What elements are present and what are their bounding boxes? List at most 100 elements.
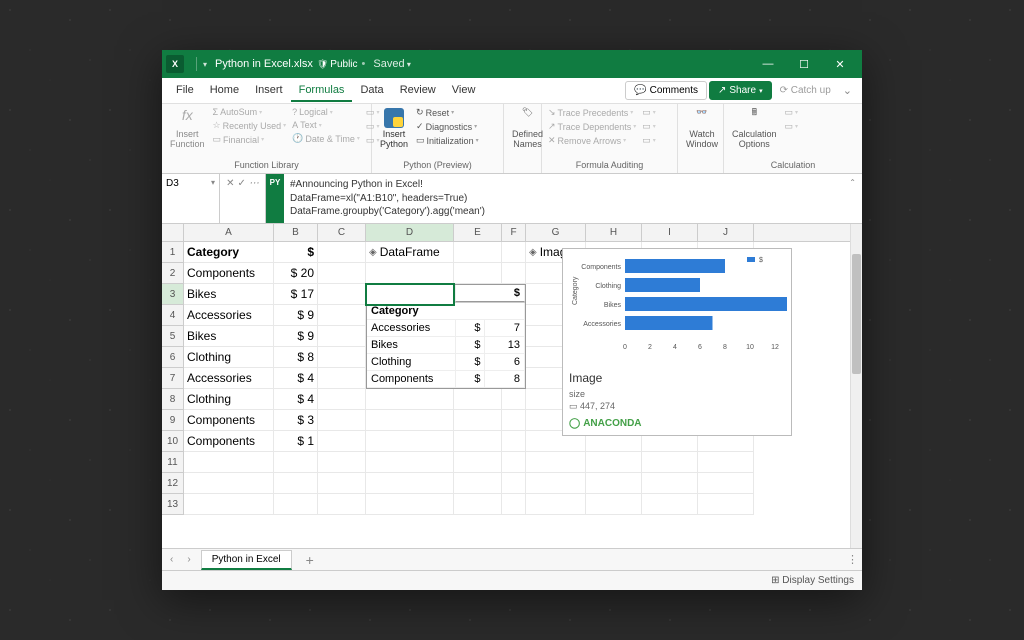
row-header[interactable]: 10 — [162, 431, 184, 452]
close-button[interactable]: ✕ — [822, 50, 858, 78]
comments-button[interactable]: 💬 Comments — [625, 81, 707, 100]
row-header[interactable]: 4 — [162, 305, 184, 326]
cell[interactable] — [502, 452, 526, 473]
row-header[interactable]: 8 — [162, 389, 184, 410]
text-button[interactable]: A Text — [290, 119, 362, 131]
cell[interactable]: Category — [184, 242, 274, 263]
row-header[interactable]: 7 — [162, 368, 184, 389]
cell[interactable] — [184, 473, 274, 494]
maximize-button[interactable]: ☐ — [786, 50, 822, 78]
calc-sheet-button[interactable]: ▭ — [783, 120, 801, 133]
cell[interactable] — [318, 305, 366, 326]
calc-now-button[interactable]: ▭ — [783, 106, 801, 119]
cell[interactable] — [586, 494, 642, 515]
cell[interactable] — [526, 494, 586, 515]
cell[interactable] — [274, 473, 318, 494]
cell[interactable] — [318, 263, 366, 284]
app-menu-icon[interactable]: ▾ — [203, 60, 207, 69]
cell[interactable]: $ 3 — [274, 410, 318, 431]
column-header-G[interactable]: G — [526, 224, 586, 241]
datetime-button[interactable]: 🕐 Date & Time — [290, 132, 362, 145]
watch-window-button[interactable]: 👓Watch Window — [682, 106, 722, 152]
sheet-next-button[interactable]: › — [183, 552, 194, 567]
column-header-H[interactable]: H — [586, 224, 642, 241]
cell[interactable] — [366, 389, 454, 410]
cell[interactable]: $ 17 — [274, 284, 318, 305]
cell[interactable]: Accessories — [184, 368, 274, 389]
visibility-label[interactable]: Public — [330, 59, 357, 70]
row-header[interactable]: 5 — [162, 326, 184, 347]
cell[interactable] — [642, 494, 698, 515]
cell[interactable] — [318, 242, 366, 263]
autosum-button[interactable]: Σ AutoSum — [211, 106, 289, 118]
cell[interactable] — [454, 389, 502, 410]
cell[interactable] — [318, 368, 366, 389]
row-header[interactable]: 9 — [162, 410, 184, 431]
cell[interactable]: Bikes — [184, 326, 274, 347]
recently-used-button[interactable]: ☆ Recently Used — [211, 119, 289, 132]
sheet-tab-active[interactable]: Python in Excel — [201, 550, 292, 570]
cell[interactable]: $ 9 — [274, 326, 318, 347]
cell[interactable] — [184, 452, 274, 473]
cell[interactable] — [366, 284, 454, 305]
fx-icon[interactable]: ⋯ — [249, 178, 259, 189]
cancel-formula-icon[interactable]: ✕ — [226, 178, 234, 189]
cell[interactable] — [318, 284, 366, 305]
cell[interactable] — [366, 494, 454, 515]
cell[interactable]: $ — [274, 242, 318, 263]
cell[interactable] — [274, 494, 318, 515]
cell[interactable] — [698, 452, 754, 473]
row-header[interactable]: 2 — [162, 263, 184, 284]
cell[interactable] — [318, 347, 366, 368]
column-header-F[interactable]: F — [502, 224, 526, 241]
column-header-J[interactable]: J — [698, 224, 754, 241]
aux-2-button[interactable]: ▭ — [640, 120, 658, 133]
accept-formula-icon[interactable]: ✓ — [238, 178, 246, 189]
ribbon-tab-file[interactable]: File — [168, 80, 202, 102]
cell[interactable] — [502, 389, 526, 410]
cell[interactable]: Accessories — [184, 305, 274, 326]
aux-3-button[interactable]: ▭ — [640, 134, 658, 147]
column-header-I[interactable]: I — [642, 224, 698, 241]
cell[interactable] — [454, 473, 502, 494]
cell[interactable] — [502, 263, 526, 284]
cell[interactable]: Components — [184, 263, 274, 284]
ribbon-tab-data[interactable]: Data — [352, 80, 391, 102]
row-header[interactable]: 1 — [162, 242, 184, 263]
cell[interactable] — [318, 431, 366, 452]
sheet-prev-button[interactable]: ‹ — [166, 552, 177, 567]
cell[interactable] — [318, 452, 366, 473]
display-settings-button[interactable]: ⊞ Display Settings — [771, 575, 854, 586]
aux-1-button[interactable]: ▭ — [640, 106, 658, 119]
sheet-options-icon[interactable]: ⋮ — [847, 553, 858, 566]
cell[interactable] — [454, 494, 502, 515]
add-sheet-button[interactable]: + — [298, 552, 322, 568]
cell[interactable] — [318, 494, 366, 515]
financial-button[interactable]: ▭ Financial — [211, 133, 289, 146]
row-header[interactable]: 13 — [162, 494, 184, 515]
cell[interactable] — [366, 452, 454, 473]
save-state[interactable]: Saved — [373, 58, 410, 70]
cell[interactable]: $ 1 — [274, 431, 318, 452]
row-header[interactable]: 6 — [162, 347, 184, 368]
cell[interactable] — [454, 410, 502, 431]
cell[interactable] — [318, 389, 366, 410]
cell[interactable]: $ 20 — [274, 263, 318, 284]
catchup-button[interactable]: ⟳ Catch up — [774, 82, 837, 99]
share-button[interactable]: ↗ Share — [709, 81, 772, 100]
cell[interactable]: Clothing — [184, 389, 274, 410]
formula-bar[interactable]: #Announcing Python in Excel! DataFrame=x… — [284, 174, 862, 223]
cell[interactable]: Clothing — [184, 347, 274, 368]
cell[interactable] — [502, 410, 526, 431]
cell[interactable] — [454, 242, 502, 263]
ribbon-tab-review[interactable]: Review — [392, 80, 444, 102]
cell[interactable] — [502, 473, 526, 494]
cell[interactable] — [698, 494, 754, 515]
ribbon-tab-formulas[interactable]: Formulas — [291, 80, 353, 102]
cell[interactable] — [366, 410, 454, 431]
cell[interactable] — [454, 431, 502, 452]
row-header[interactable]: 3 — [162, 284, 184, 305]
cell[interactable]: $ 4 — [274, 368, 318, 389]
row-header[interactable]: 12 — [162, 473, 184, 494]
scrollbar-thumb[interactable] — [852, 254, 861, 374]
